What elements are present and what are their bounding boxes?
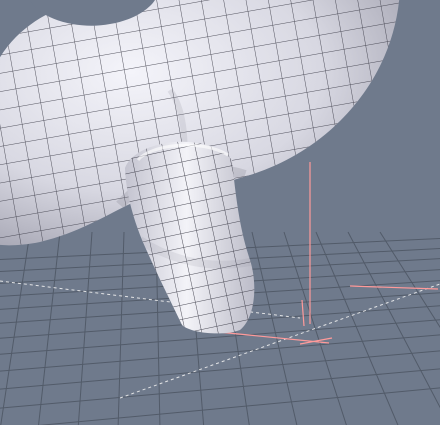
viewport-canvas[interactable] (0, 0, 440, 425)
3d-viewport[interactable] (0, 0, 440, 425)
